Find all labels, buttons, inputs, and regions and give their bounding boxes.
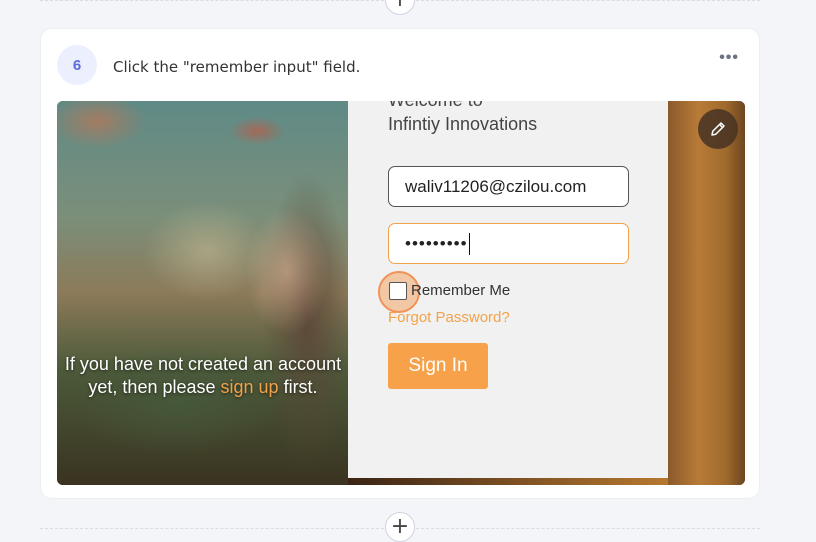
email-field[interactable]: waliv11206@czilou.com xyxy=(388,166,629,207)
password-field[interactable]: ••••••••• xyxy=(388,223,629,264)
add-step-button-top[interactable]: + xyxy=(385,0,415,15)
background-artwork xyxy=(57,101,349,485)
step-instruction: Click the "remember input" field. xyxy=(113,58,361,76)
panel-bottom-band xyxy=(348,478,668,485)
plus-icon: + xyxy=(390,514,410,539)
pencil-icon xyxy=(711,122,725,136)
email-value: waliv11206@czilou.com xyxy=(405,176,587,196)
remember-checkbox[interactable] xyxy=(389,282,407,300)
signup-prompt-after: first. xyxy=(278,377,318,397)
more-options-icon[interactable]: ••• xyxy=(719,49,739,67)
password-value: ••••••••• xyxy=(405,233,468,253)
edit-screenshot-button[interactable] xyxy=(698,109,738,149)
signup-prompt: If you have not created an account yet, … xyxy=(57,353,349,399)
welcome-line2: Infintiy Innovations xyxy=(388,114,538,134)
login-panel: Welcome to Infintiy Innovations waliv112… xyxy=(348,101,668,478)
forgot-password-link[interactable]: Forgot Password? xyxy=(388,309,510,326)
sign-up-link[interactable]: sign up xyxy=(221,377,279,397)
remember-label[interactable]: Remember Me xyxy=(411,282,510,299)
right-artwork-strip xyxy=(668,101,745,485)
welcome-line1: Welcome to xyxy=(388,101,537,112)
welcome-heading: Welcome to Infintiy Innovations xyxy=(388,101,537,136)
plus-icon: + xyxy=(391,0,409,11)
step-card: 6 Click the "remember input" field. ••• … xyxy=(40,28,760,499)
text-caret xyxy=(468,232,470,255)
sign-in-button[interactable]: Sign In xyxy=(388,343,488,389)
step-screenshot: If you have not created an account yet, … xyxy=(57,101,745,485)
step-number-badge: 6 xyxy=(57,45,97,85)
